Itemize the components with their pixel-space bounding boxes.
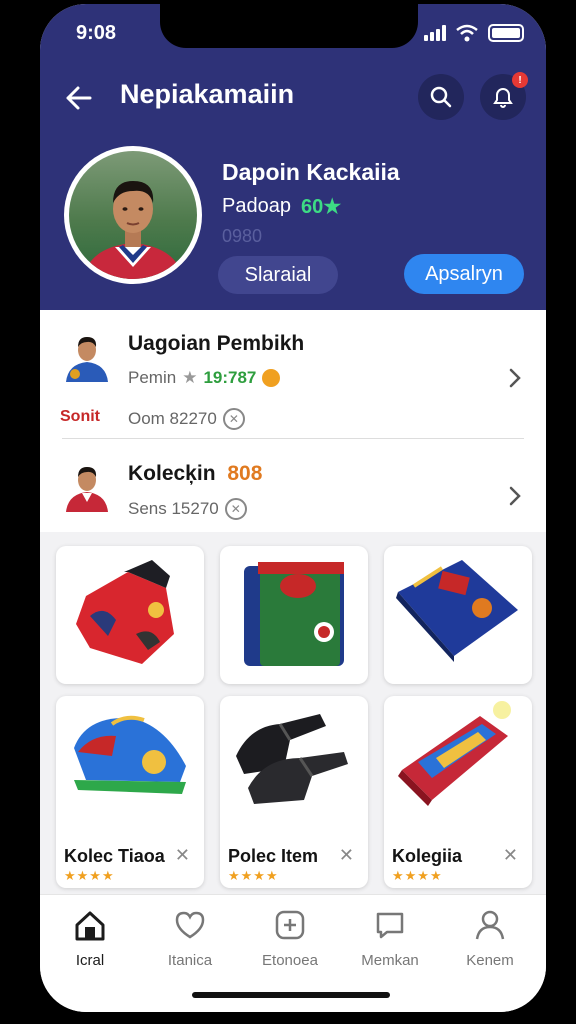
row-meta: Pemin ★ 19:787	[128, 368, 281, 388]
scarf-icon	[398, 701, 511, 806]
grid-card-wallet-green[interactable]	[220, 546, 368, 684]
shoe-icon	[74, 715, 186, 794]
tab-label: Icral	[75, 952, 105, 969]
grid-icon	[275, 910, 305, 940]
tab-messages[interactable]: Memkan	[350, 909, 430, 969]
grid-card-gloves[interactable]: Polec Item ✕ ★★★★	[220, 696, 368, 888]
user-icon	[475, 910, 505, 940]
row-meta-label: Pemin	[128, 368, 177, 387]
avatar-photo	[69, 151, 197, 279]
chat-icon	[376, 912, 404, 939]
profile-name: Dapoin Kackaiia	[222, 159, 400, 185]
heart-icon	[175, 911, 205, 939]
profile-subtitle: Padoap 60★	[222, 194, 341, 219]
jersey-icon	[76, 560, 174, 664]
list-item[interactable]: Sonit Uagoian Pembikh Pemin ★ 19:787 Oom…	[40, 310, 546, 430]
row-title-wrap: Kolecķin 808	[128, 462, 262, 486]
wifi-icon	[456, 24, 478, 42]
bell-icon	[493, 88, 513, 108]
tab-label: Memkan	[361, 952, 419, 969]
swap-icon: ✕	[222, 408, 245, 430]
search-icon	[430, 86, 452, 108]
rating-stars: ★★★★	[228, 868, 279, 883]
row-meta-secondary: Oom 82270 ✕	[128, 408, 245, 430]
grid-card-jersey[interactable]	[56, 546, 204, 684]
page-title: Nepiakamaiin	[120, 79, 295, 109]
grid-card-shoe[interactable]: Kolec Tiaoa ✕ ★★★★	[56, 696, 204, 888]
gloves-icon	[236, 714, 348, 804]
primary-button[interactable]: Apsalryn	[404, 254, 524, 294]
notification-dot: !	[512, 72, 528, 88]
tab-explore[interactable]: Etonoea	[250, 909, 330, 969]
swap-icon: ✕	[224, 498, 247, 520]
notch	[160, 4, 418, 48]
card-label: Kolegiia	[392, 846, 463, 866]
rating-stars: ★★★★	[64, 868, 115, 883]
back-arrow-icon[interactable]	[60, 78, 100, 118]
phone-screen: 9:08 Nepiakamaiin ! Dapoin Kackaiia Pado…	[40, 4, 546, 1012]
home-icon	[75, 911, 105, 941]
divider	[62, 438, 524, 439]
card-label: Polec Item	[228, 846, 319, 866]
row-title: Uagoian Pembikh	[128, 332, 305, 355]
status-time: 9:08	[76, 22, 117, 44]
rating-stars: ★★★★	[392, 868, 443, 883]
chevron-right-icon	[509, 368, 521, 388]
tab-label: Etonoea	[262, 952, 318, 969]
collection-list: Sonit Uagoian Pembikh Pemin ★ 19:787 Oom…	[40, 310, 546, 532]
tab-profile[interactable]: Kenem	[450, 909, 530, 969]
tab-label: Kenem	[466, 952, 514, 969]
secondary-button[interactable]: Slaraial	[218, 256, 338, 294]
profile-id: 0980	[222, 226, 263, 246]
row-meta-secondary: Sens 15270 ✕	[128, 498, 247, 520]
close-icon[interactable]: ✕	[339, 845, 354, 866]
profile-header: 9:08 Nepiakamaiin ! Dapoin Kackaiia Pado…	[40, 4, 546, 310]
notifications-button[interactable]: !	[480, 72, 528, 120]
signal-icon	[424, 25, 446, 41]
chevron-right-icon	[509, 486, 521, 506]
star-icon: ★	[182, 368, 198, 387]
player-avatar-icon	[66, 337, 108, 382]
close-icon[interactable]: ✕	[503, 845, 518, 866]
tab-label: Itanica	[167, 952, 213, 969]
tab-home[interactable]: Icral	[50, 909, 130, 969]
player-avatar-icon	[66, 467, 108, 512]
list-item[interactable]: Kolecķin 808 Sens 15270 ✕	[40, 440, 546, 550]
row-title-count: 808	[227, 462, 263, 485]
tab-favorites[interactable]: Itanica	[150, 909, 230, 969]
search-button[interactable]	[418, 74, 464, 120]
card-label: Kolec Tiaoa	[64, 846, 165, 866]
row-badge: Sonit	[60, 408, 100, 425]
profile-role: Padoap	[222, 195, 291, 217]
grid-card-wallet-blue[interactable]	[384, 546, 532, 684]
status-icons	[424, 24, 524, 42]
wallet-icon	[396, 560, 518, 662]
battery-icon	[488, 24, 524, 42]
coin-icon	[262, 369, 281, 387]
row-title: Kolecķin	[128, 462, 216, 485]
row-meta-value: 19:787	[203, 368, 257, 387]
close-icon[interactable]: ✕	[175, 845, 190, 866]
profile-rating: 60★	[300, 196, 342, 218]
person-portrait-icon	[83, 181, 183, 279]
avatar[interactable]	[64, 146, 202, 284]
home-indicator[interactable]	[192, 992, 390, 998]
row-meta-secondary-text: Sens 15270	[128, 499, 219, 518]
row-meta-secondary-text: Oom 82270	[128, 409, 217, 428]
wallet-icon	[244, 562, 344, 666]
grid-card-scarf[interactable]: Kolegiia ✕ ★★★★	[384, 696, 532, 888]
